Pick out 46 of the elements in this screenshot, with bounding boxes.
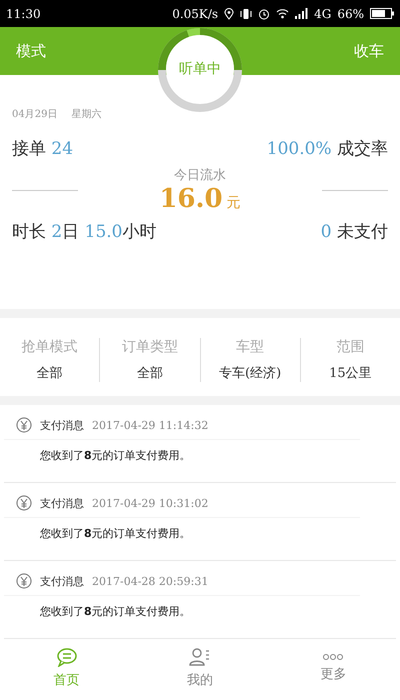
location-icon [224, 8, 234, 20]
person-icon [188, 647, 211, 667]
message-text: 您收到了8元的订单支付费用。 [39, 526, 192, 541]
date: 04月29日 [12, 108, 58, 121]
yuan-icon [16, 495, 32, 511]
filter-value[interactable]: 全部 [36, 364, 63, 382]
network-speed: 0.05K/s [172, 6, 218, 20]
vibrate-icon [240, 8, 252, 20]
status-time: 11:30 [6, 6, 41, 20]
nav-tab[interactable]: 我的 [133, 640, 267, 696]
nav-tab[interactable]: 更多 [266, 640, 400, 696]
more-icon [322, 653, 344, 661]
filter-value[interactable]: 15公里 [329, 364, 372, 382]
filter-value[interactable]: 全部 [136, 364, 163, 382]
message-time: 2017-04-29 10:31:02 [92, 496, 208, 510]
network-type: 4G [314, 6, 332, 20]
filter-value[interactable]: 专车(经济) [219, 364, 282, 382]
wifi-icon [276, 8, 290, 19]
mode-button[interactable]: 模式 [16, 42, 46, 60]
nav-tab[interactable]: 首页 [0, 640, 134, 696]
chat-icon [56, 647, 78, 667]
filter-label[interactable]: 车型 [236, 338, 264, 356]
unpaid-stat: 0 未支付 [320, 221, 388, 243]
duration-stat: 时长 2 日 15.0小时 [12, 221, 156, 243]
orders-stat: 接单 24 [12, 138, 74, 160]
yuan-icon [16, 417, 32, 433]
message-title: 支付消息 [40, 418, 84, 432]
signal-icon [295, 8, 308, 19]
battery-icon [370, 8, 394, 19]
message-text: 您收到了8元的订单支付费用。 [39, 604, 192, 619]
alarm-icon [258, 8, 270, 20]
filter-label[interactable]: 抢单模式 [22, 338, 78, 356]
yuan-icon [16, 573, 32, 589]
message-title: 支付消息 [40, 496, 84, 510]
stop-button[interactable]: 收车 [354, 42, 384, 60]
filter-label[interactable]: 范围 [336, 338, 364, 356]
message-title: 支付消息 [40, 574, 84, 588]
battery-percent: 66% [337, 6, 364, 20]
rate-stat: 100.0% 成交率 [266, 138, 388, 160]
message-text: 您收到了8元的订单支付费用。 [39, 448, 192, 463]
income-label: 今日流水 [174, 167, 226, 184]
weekday: 星期六 [71, 108, 102, 121]
message-time: 2017-04-29 11:14:32 [92, 418, 208, 432]
filter-label[interactable]: 订单类型 [122, 338, 178, 356]
income-amount: 16.0 元 [159, 184, 241, 214]
message-time: 2017-04-28 20:59:31 [92, 574, 208, 588]
